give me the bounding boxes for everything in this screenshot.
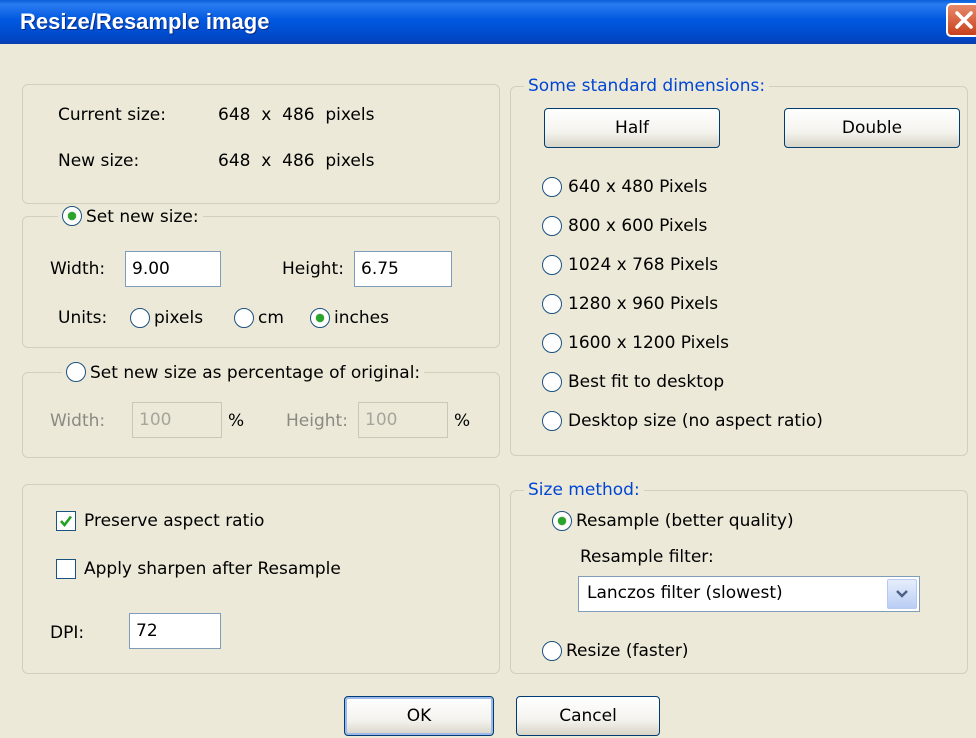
apply-sharpen-label[interactable]: Apply sharpen after Resample — [84, 558, 341, 580]
current-size-value: 648 x 486 pixels — [218, 105, 375, 125]
units-cm-label[interactable]: cm — [258, 307, 284, 329]
best-fit-radio[interactable] — [542, 372, 562, 392]
resize-label[interactable]: Resize (faster) — [566, 640, 689, 662]
percentage-radio[interactable] — [66, 362, 86, 382]
dim-1280-radio[interactable] — [542, 294, 562, 314]
units-pixels-label[interactable]: pixels — [154, 307, 203, 329]
units-inches-label[interactable]: inches — [334, 307, 389, 329]
percent-width-label: Width: — [50, 411, 106, 431]
double-button[interactable]: Double — [784, 108, 960, 148]
percent-height-label: Height: — [286, 411, 348, 431]
dim-1024-label[interactable]: 1024 x 768 Pixels — [568, 254, 718, 276]
dim-640-radio[interactable] — [542, 177, 562, 197]
desktop-size-label[interactable]: Desktop size (no aspect ratio) — [568, 410, 823, 432]
units-inches-radio[interactable] — [310, 308, 330, 328]
window-title: Resize/Resample image — [20, 9, 270, 34]
dim-800-label[interactable]: 800 x 600 Pixels — [568, 215, 707, 237]
new-size-label: New size: — [58, 151, 140, 171]
dpi-input[interactable] — [129, 613, 221, 649]
ok-button[interactable]: OK — [344, 696, 494, 736]
dpi-label: DPI: — [50, 623, 85, 643]
percentage-legend[interactable]: Set new size as percentage of original: — [62, 362, 425, 383]
cancel-button[interactable]: Cancel — [516, 696, 660, 736]
width-label: Width: — [50, 259, 106, 279]
set-new-size-legend[interactable]: Set new size: — [58, 206, 203, 227]
close-icon — [955, 11, 973, 29]
dropdown-arrow[interactable] — [887, 579, 917, 609]
units-cm-radio[interactable] — [234, 308, 254, 328]
dim-800-radio[interactable] — [542, 216, 562, 236]
percent-width-unit: % — [228, 411, 245, 431]
resample-filter-select[interactable]: Lanczos filter (slowest) — [578, 576, 920, 612]
percent-height-input[interactable] — [358, 402, 448, 438]
checkmark-icon — [60, 515, 73, 528]
dim-1600-radio[interactable] — [542, 333, 562, 353]
resample-filter-label: Resample filter: — [580, 547, 714, 567]
close-button[interactable] — [946, 3, 976, 37]
title-bar[interactable]: Resize/Resample image — [0, 0, 976, 44]
resample-radio[interactable] — [552, 511, 572, 531]
dim-640-label[interactable]: 640 x 480 Pixels — [568, 176, 707, 198]
size-info-group — [22, 84, 500, 204]
height-label: Height: — [282, 259, 344, 279]
resize-radio[interactable] — [542, 641, 562, 661]
dim-1024-radio[interactable] — [542, 255, 562, 275]
preserve-aspect-checkbox[interactable] — [56, 511, 76, 531]
desktop-size-radio[interactable] — [542, 411, 562, 431]
size-method-legend: Size method: — [524, 480, 644, 500]
chevron-down-icon — [896, 590, 908, 598]
units-pixels-radio[interactable] — [130, 308, 150, 328]
half-button[interactable]: Half — [544, 108, 720, 148]
percent-width-input[interactable] — [132, 402, 222, 438]
dim-1280-label[interactable]: 1280 x 960 Pixels — [568, 293, 718, 315]
apply-sharpen-checkbox[interactable] — [56, 559, 76, 579]
new-size-value: 648 x 486 pixels — [218, 151, 375, 171]
width-input[interactable] — [125, 251, 221, 287]
standard-dimensions-legend: Some standard dimensions: — [524, 76, 770, 96]
dim-1600-label[interactable]: 1600 x 1200 Pixels — [568, 332, 729, 354]
set-new-size-label: Set new size: — [86, 207, 199, 227]
percent-height-unit: % — [454, 411, 471, 431]
resample-label[interactable]: Resample (better quality) — [576, 510, 794, 532]
preserve-aspect-label[interactable]: Preserve aspect ratio — [84, 510, 264, 532]
best-fit-label[interactable]: Best fit to desktop — [568, 371, 724, 393]
height-input[interactable] — [354, 251, 452, 287]
percentage-label: Set new size as percentage of original: — [90, 363, 421, 383]
resample-filter-value: Lanczos filter (slowest) — [587, 583, 783, 603]
units-label: Units: — [58, 308, 108, 328]
set-new-size-radio[interactable] — [62, 206, 82, 226]
current-size-label: Current size: — [58, 105, 166, 125]
